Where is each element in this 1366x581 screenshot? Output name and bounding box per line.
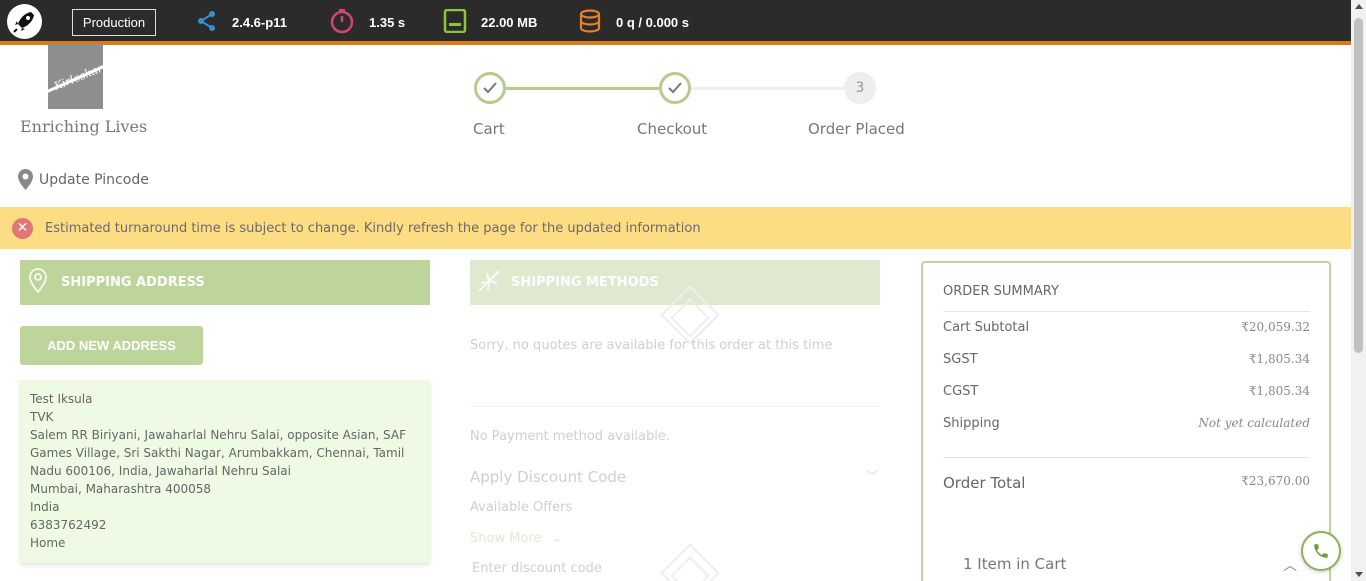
progress-line-1 — [506, 87, 659, 90]
rocket-icon[interactable] — [7, 4, 42, 39]
address-line: Mumbai, Maharashtra 400058 — [30, 482, 212, 496]
summary-value: ₹1,805.34 — [1248, 384, 1310, 398]
version-item[interactable]: 2.4.6-p11 — [196, 10, 287, 34]
call-button[interactable] — [1301, 531, 1341, 571]
show-more-label: Show More — [470, 531, 542, 546]
apply-discount-toggle[interactable]: Apply Discount Code — [470, 468, 626, 486]
items-in-cart-toggle[interactable]: 1 Item in Cart — [963, 555, 1066, 573]
show-more-link[interactable]: Show More ⌄ — [470, 531, 562, 546]
available-offers-label: Available Offers — [470, 500, 573, 515]
chevron-down-icon[interactable]: ﹀ — [866, 466, 879, 485]
kirloskar-logo[interactable]: Kirloskar — [48, 44, 103, 109]
check-icon — [668, 82, 682, 94]
database-icon — [578, 8, 602, 36]
share-icon — [196, 10, 218, 35]
address-line: India — [30, 500, 60, 514]
address-line: Nadu 600106, India, Jawaharlal Nehru Sal… — [30, 464, 291, 478]
summary-label: Cart Subtotal — [943, 320, 1030, 335]
shipping-address-title: SHIPPING ADDRESS — [61, 275, 205, 290]
summary-value: ₹1,805.34 — [1248, 352, 1310, 366]
phone-icon — [1314, 544, 1328, 558]
section-divider — [470, 406, 880, 407]
summary-label: SGST — [943, 352, 978, 367]
address-line: Test Iksula — [30, 392, 93, 406]
no-quotes-message: Sorry, no quotes are available for this … — [470, 338, 833, 353]
turnaround-alert: ✕ Estimated turnaround time is subject t… — [0, 207, 1351, 249]
debug-toolbar: Production 2.4.6-p11 1.35 s 22.00 MB 0 q… — [0, 0, 1366, 45]
step-label-cart[interactable]: Cart — [473, 120, 505, 138]
step-label-order-placed: Order Placed — [808, 120, 905, 138]
shipping-methods-title: SHIPPING METHODS — [511, 275, 659, 290]
svg-text:Kirloskar: Kirloskar — [51, 61, 103, 93]
summary-label: CGST — [943, 384, 979, 399]
update-pincode-link[interactable]: Update Pincode — [18, 169, 149, 190]
order-total-value: ₹23,670.00 — [1241, 474, 1310, 488]
check-icon — [483, 82, 497, 94]
time-text: 1.35 s — [369, 14, 406, 30]
environment-button[interactable]: Production — [72, 9, 156, 36]
summary-label: Shipping — [943, 416, 1000, 431]
chevron-up-icon[interactable]: ︿ — [1283, 555, 1297, 575]
summary-value: Not yet calculated — [1198, 416, 1310, 430]
address-line: TVK — [30, 410, 54, 424]
address-line: Home — [30, 536, 66, 550]
no-payment-message: No Payment method available. — [470, 429, 671, 444]
scroll-up-arrow[interactable] — [1355, 4, 1363, 9]
page-scrollbar[interactable] — [1351, 0, 1366, 581]
queries-item[interactable]: 0 q / 0.000 s — [578, 8, 689, 36]
order-total-label: Order Total — [943, 474, 1026, 492]
step-order-placed-number: 3 — [844, 72, 876, 104]
version-text: 2.4.6-p11 — [232, 14, 287, 30]
location-pin-icon — [18, 169, 33, 190]
shipping-methods-header: SHIPPING METHODS — [470, 260, 880, 305]
selected-address-card[interactable]: Test Iksula TVK Salem RR Biriyani, Jawah… — [20, 380, 430, 563]
memory-text: 22.00 MB — [481, 14, 538, 30]
airplane-icon — [477, 269, 501, 297]
order-summary-panel: ORDER SUMMARY Cart Subtotal ₹20,059.32 S… — [921, 261, 1331, 581]
time-item[interactable]: 1.35 s — [329, 8, 406, 37]
step-checkout-check — [659, 72, 691, 104]
progress-line-2 — [691, 87, 844, 90]
summary-row-cgst: CGST ₹1,805.34 — [943, 384, 1310, 399]
address-line: Salem RR Biriyani, Jawaharlal Nehru Sala… — [30, 428, 407, 442]
scroll-down-arrow[interactable] — [1355, 572, 1363, 577]
summary-divider — [943, 311, 1310, 312]
update-pincode-label: Update Pincode — [39, 171, 149, 188]
address-line: Games Village, Sri Sakthi Nagar, Arumbak… — [30, 446, 405, 460]
summary-value: ₹20,059.32 — [1241, 320, 1310, 334]
step-cart-check — [474, 72, 506, 104]
loading-spinner-icon — [660, 543, 720, 581]
summary-row-shipping: Shipping Not yet calculated — [943, 416, 1310, 431]
summary-divider — [943, 457, 1310, 458]
alert-message: Estimated turnaround time is subject to … — [45, 220, 701, 236]
discount-code-input[interactable]: Enter discount code — [472, 561, 602, 576]
address-line: 6383762492 — [30, 518, 107, 532]
close-circle-icon[interactable]: ✕ — [12, 217, 33, 239]
order-summary-title: ORDER SUMMARY — [943, 284, 1059, 299]
summary-row-sgst: SGST ₹1,805.34 — [943, 352, 1310, 367]
queries-text: 0 q / 0.000 s — [616, 14, 689, 30]
scrollbar-thumb[interactable] — [1354, 18, 1363, 353]
logo-tagline: Enriching Lives — [20, 117, 148, 136]
order-total-row: Order Total ₹23,670.00 — [943, 474, 1310, 492]
add-new-address-button[interactable]: ADD NEW ADDRESS — [20, 326, 203, 365]
stopwatch-icon — [329, 8, 355, 37]
step-label-checkout: Checkout — [637, 120, 708, 138]
chevron-down-icon: ⌄ — [551, 531, 563, 546]
memory-icon — [443, 8, 467, 36]
summary-row-subtotal: Cart Subtotal ₹20,059.32 — [943, 320, 1310, 335]
memory-item[interactable]: 22.00 MB — [443, 8, 538, 36]
shipping-address-header: SHIPPING ADDRESS — [20, 260, 430, 305]
location-pin-outline-icon — [29, 268, 47, 297]
